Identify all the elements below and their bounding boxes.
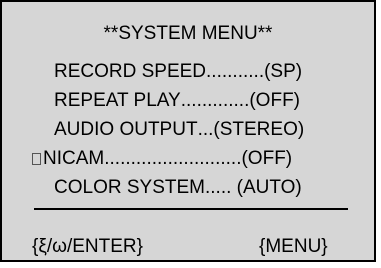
menu-item-record-speed[interactable]: RECORD SPEED ...........(SP) — [54, 60, 302, 84]
menu-item-nicam[interactable]: NICAM ..........................(OFF) — [30, 147, 292, 171]
menu-item-audio-output[interactable]: AUDIO OUTPUT ...(STEREO) — [54, 118, 304, 142]
menu-title: **SYSTEM MENU** — [103, 23, 273, 44]
menu-item-label: NICAM — [43, 148, 105, 169]
menu-item-color-system[interactable]: COLOR SYSTEM..... (AUTO) — [54, 176, 302, 200]
selection-cursor-icon — [32, 153, 41, 165]
menu-hint: {MENU} — [259, 236, 328, 257]
menu-item-value: ...........(SP) — [206, 61, 303, 82]
menu-item-repeat-play[interactable]: REPEAT PLAY .............(OFF) — [54, 89, 300, 113]
menu-item-label: COLOR SYSTEM — [54, 177, 205, 198]
menu-item-label: AUDIO OUTPUT — [54, 119, 198, 140]
system-menu-panel: **SYSTEM MENU** RECORD SPEED ...........(… — [0, 0, 376, 262]
menu-item-value: .............(OFF) — [180, 90, 301, 111]
menu-item-value: ..... (AUTO) — [204, 177, 302, 198]
menu-item-value: ..........................(OFF) — [104, 148, 293, 169]
menu-item-label: REPEAT PLAY — [54, 90, 181, 111]
menu-divider — [34, 208, 348, 210]
menu-item-value: ...(STEREO) — [197, 119, 305, 140]
menu-item-label: RECORD SPEED — [54, 61, 207, 82]
navigation-hint: {ξ/ω/ENTER} — [32, 236, 143, 257]
